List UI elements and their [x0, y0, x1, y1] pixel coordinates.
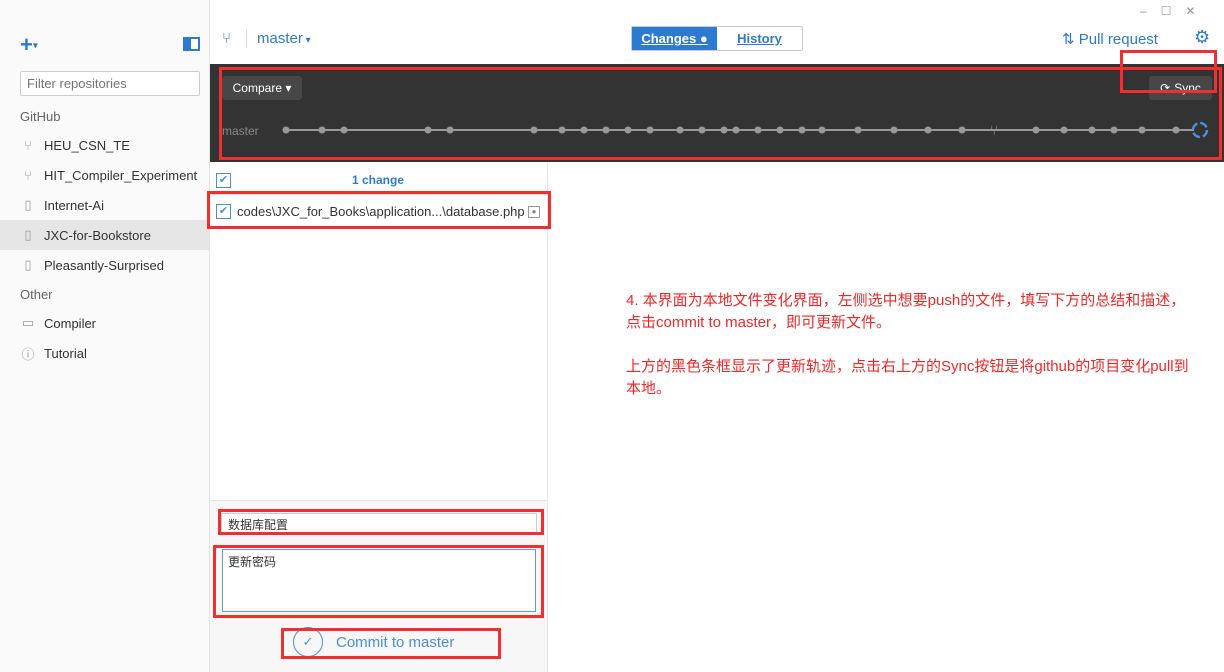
commit-description-input[interactable]: 更新密码	[222, 549, 536, 612]
item-label: JXC-for-Bookstore	[44, 227, 151, 243]
commit-dot[interactable]	[798, 126, 806, 134]
sidebar-item-jxc-for-bookstore[interactable]: ▯ JXC-for-Bookstore	[0, 220, 209, 250]
check-icon: ✓	[293, 627, 323, 657]
commit-dot[interactable]	[1032, 126, 1040, 134]
commit-dot[interactable]	[646, 126, 654, 134]
item-label: Pleasantly-Surprised	[44, 257, 164, 273]
maximize-icon[interactable]: ☐	[1161, 4, 1186, 18]
commit-dot[interactable]	[924, 126, 932, 134]
file-checkbox[interactable]: ✔	[216, 203, 231, 219]
commit-dot[interactable]	[890, 126, 898, 134]
item-label: Tutorial	[44, 345, 87, 361]
toggle-sidebar-icon[interactable]	[183, 37, 200, 51]
item-label: HEU_CSN_TE	[44, 137, 130, 153]
section-other: Other	[20, 287, 53, 302]
view-tabs: Changes ● History	[631, 26, 803, 51]
commit-dot[interactable]	[1138, 126, 1146, 134]
sidebar-item-internet-ai[interactable]: ▯ Internet-Ai	[0, 190, 209, 220]
sidebar-item-hit-compiler[interactable]: ⑂ HIT_Compiler_Experiment	[0, 160, 209, 190]
commit-dot[interactable]	[720, 126, 728, 134]
filter-repositories-input[interactable]	[20, 71, 200, 96]
tab-history[interactable]: History	[717, 27, 802, 50]
branch-selector[interactable]: master ▾	[257, 30, 311, 47]
divider	[246, 30, 247, 48]
repo-icon: ▯	[24, 257, 32, 272]
sidebar: +▾ GitHub ⑂ HEU_CSN_TE ⑂ HIT_Compiler_Expe…	[0, 0, 210, 672]
commit-button[interactable]: ✓ Commit to master	[293, 627, 454, 657]
commit-dot[interactable]	[530, 126, 538, 134]
monitor-icon: ▭	[21, 315, 35, 330]
sidebar-item-tutorial[interactable]: ⓘ Tutorial	[0, 338, 209, 368]
commit-summary-input[interactable]: 数据库配置	[221, 513, 537, 533]
timeline-bar: Compare ▾ ⟳ Sync master ⑂	[210, 64, 1224, 162]
commit-dot[interactable]	[318, 126, 326, 134]
item-label: Internet-Ai	[44, 197, 104, 213]
branch-icon: ⑂	[222, 30, 232, 47]
commit-dot[interactable]	[958, 126, 966, 134]
pull-request-label: Pull request	[1078, 31, 1158, 48]
commit-dot[interactable]	[1060, 126, 1068, 134]
pull-request-icon: ⇅	[1062, 31, 1079, 48]
settings-gear-icon[interactable]: ⚙	[1194, 27, 1210, 48]
item-label: HIT_Compiler_Experiment	[44, 167, 198, 183]
file-row[interactable]: ✔ codes\JXC_for_Books\application...\dat…	[210, 194, 547, 228]
sidebar-item-pleasantly-surprised[interactable]: ▯ Pleasantly-Surprised	[0, 250, 209, 280]
commit-dot[interactable]	[1172, 126, 1180, 134]
fork-icon: ⑂	[24, 167, 32, 183]
commit-timeline: ⑂	[282, 121, 1209, 139]
commit-dot[interactable]	[446, 126, 454, 134]
minimize-icon[interactable]: –	[1140, 4, 1161, 18]
select-all-checkbox[interactable]: ✔	[216, 171, 231, 188]
commit-dot[interactable]	[818, 126, 826, 134]
commit-dot[interactable]	[580, 126, 588, 134]
merge-commit-icon: ⑂	[990, 122, 998, 138]
add-repository-button[interactable]: +▾	[20, 32, 38, 58]
commit-dot[interactable]	[282, 126, 290, 134]
commit-dot[interactable]	[424, 126, 432, 134]
commit-dot[interactable]	[754, 126, 762, 134]
commit-dot[interactable]	[624, 126, 632, 134]
pull-request-button[interactable]: ⇅ Pull request	[1062, 30, 1158, 48]
item-label: Compiler	[44, 315, 97, 331]
note-paragraph-2: 上方的黑色条框显示了更新轨迹，点击右上方的Sync按钮是将github的项目变化…	[626, 358, 1189, 397]
repo-icon: ▯	[24, 197, 32, 212]
annotation-note: 4. 本界面为本地文件变化界面，左侧选中想要push的文件，填写下方的总结和描述…	[626, 290, 1196, 400]
section-github: GitHub	[20, 109, 61, 124]
commit-dot[interactable]	[602, 126, 610, 134]
close-icon[interactable]: ✕	[1185, 4, 1209, 18]
commit-dot[interactable]	[1110, 126, 1118, 134]
commit-dot[interactable]	[776, 126, 784, 134]
modified-icon: ●	[528, 206, 540, 218]
commit-dot[interactable]	[558, 126, 566, 134]
sidebar-item-compiler[interactable]: ▭ Compiler	[0, 308, 209, 338]
commit-dot[interactable]	[732, 126, 740, 134]
change-count: 1 change	[352, 173, 405, 187]
commit-dot[interactable]	[698, 126, 706, 134]
repo-icon: ▯	[24, 227, 32, 242]
sidebar-item-heu-csn-te[interactable]: ⑂ HEU_CSN_TE	[0, 130, 209, 160]
tab-changes[interactable]: Changes ●	[632, 27, 717, 50]
window-controls: –☐✕	[1140, 4, 1210, 18]
file-path: codes\JXC_for_Books\application...\datab…	[237, 203, 525, 219]
commit-dot[interactable]	[1088, 126, 1096, 134]
commit-button-label: Commit to master	[336, 633, 455, 651]
info-icon: ⓘ	[21, 346, 35, 362]
commit-dot[interactable]	[340, 126, 348, 134]
commit-dot[interactable]	[676, 126, 684, 134]
branch-name: master	[257, 30, 303, 47]
fork-icon: ⑂	[24, 137, 32, 153]
current-commit-marker	[1191, 121, 1209, 139]
note-paragraph-1: 4. 本界面为本地文件变化界面，左侧选中想要push的文件，填写下方的总结和描述…	[626, 292, 1186, 331]
commit-dot[interactable]	[854, 126, 862, 134]
